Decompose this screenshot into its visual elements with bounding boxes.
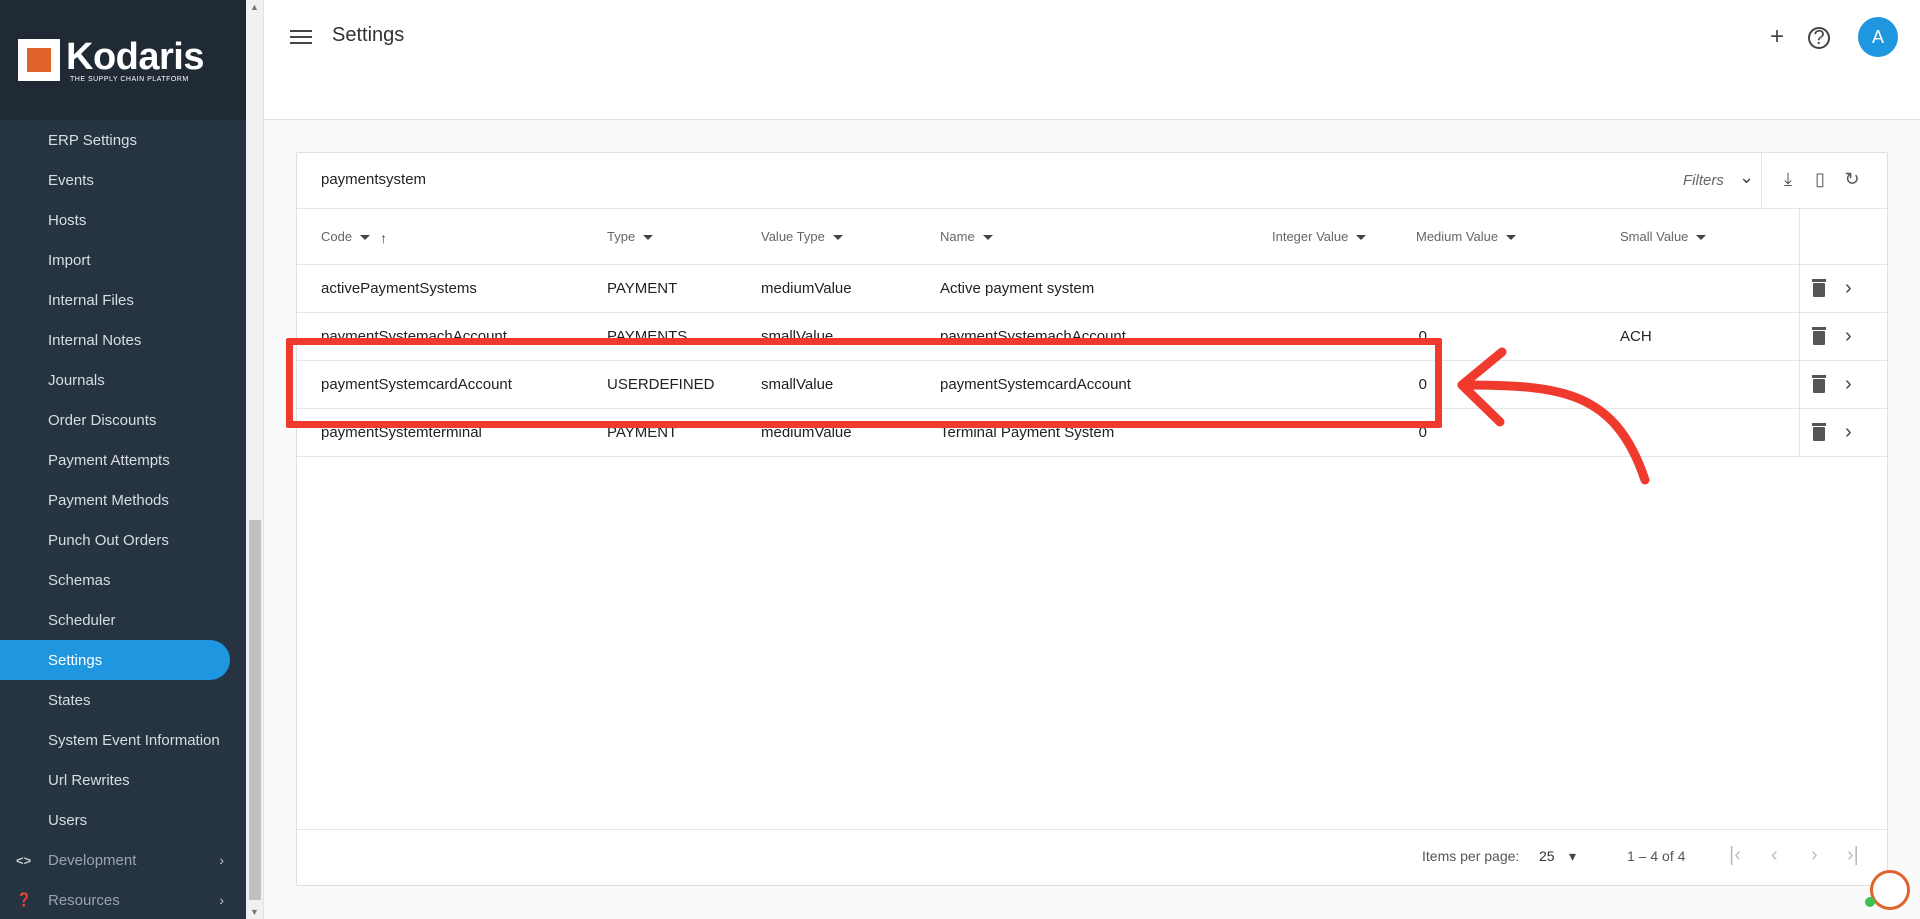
sidebar-group-resources[interactable]: ❓ Resources › bbox=[0, 880, 246, 919]
page-size-select[interactable]: 25 bbox=[1539, 848, 1555, 864]
refresh-icon[interactable]: ↻ bbox=[1841, 169, 1863, 191]
chevron-right-icon[interactable]: › bbox=[1845, 277, 1852, 300]
scrollbar-thumb[interactable] bbox=[249, 520, 261, 900]
sidebar-item-punch-out-orders[interactable]: Punch Out Orders bbox=[0, 520, 246, 560]
last-page-icon[interactable]: ›| bbox=[1847, 844, 1859, 867]
help-circle-icon: ❓ bbox=[16, 892, 33, 907]
cell-code: activePaymentSystems bbox=[321, 280, 477, 297]
help-icon[interactable]: ? bbox=[1808, 27, 1830, 49]
sidebar-item-payment-attempts[interactable]: Payment Attempts bbox=[0, 440, 246, 480]
column-header-code[interactable]: Code ↑ bbox=[321, 229, 387, 246]
sidebar-item-internal-files[interactable]: Internal Files bbox=[0, 280, 246, 320]
online-status-dot bbox=[1865, 897, 1875, 907]
brand-name: Kodaris bbox=[66, 35, 204, 78]
next-page-icon[interactable]: › bbox=[1811, 844, 1818, 867]
chevron-down-icon[interactable]: ▾ bbox=[1569, 848, 1576, 865]
sidebar-group-development[interactable]: <> Development › bbox=[0, 840, 246, 880]
first-page-icon[interactable]: |‹ bbox=[1729, 844, 1741, 867]
chevron-right-icon: › bbox=[219, 892, 224, 908]
sidebar-item-import[interactable]: Import bbox=[0, 240, 246, 280]
sidebar-item-erp-settings[interactable]: ERP Settings bbox=[0, 120, 246, 160]
search-toolbar: Filters ⌄ ⤓ ▯ ↻ bbox=[297, 153, 1887, 209]
column-header-value-type[interactable]: Value Type bbox=[761, 229, 843, 244]
annotation-arrow bbox=[1457, 347, 1650, 485]
sort-dropdown-icon bbox=[1506, 235, 1517, 241]
avatar[interactable]: A bbox=[1858, 17, 1898, 57]
previous-page-icon[interactable]: ‹ bbox=[1771, 844, 1778, 867]
sort-dropdown-icon bbox=[832, 235, 843, 241]
chevron-right-icon[interactable]: › bbox=[1845, 325, 1852, 348]
sidebar-item-scheduler[interactable]: Scheduler bbox=[0, 600, 246, 640]
chevron-right-icon: › bbox=[219, 852, 224, 868]
column-header-integer-value[interactable]: Integer Value bbox=[1272, 229, 1367, 244]
items-per-page-label: Items per page: bbox=[1422, 848, 1520, 864]
cell-value-type: mediumValue bbox=[761, 280, 852, 297]
sort-ascending-icon: ↑ bbox=[380, 229, 388, 246]
sidebar-item-system-event-information[interactable]: System Event Information bbox=[0, 720, 246, 760]
add-icon[interactable]: + bbox=[1764, 24, 1790, 50]
sidebar-item-order-discounts[interactable]: Order Discounts bbox=[0, 400, 246, 440]
table-row[interactable]: activePaymentSystems PAYMENT mediumValue… bbox=[297, 265, 1887, 313]
scroll-down-icon[interactable]: ▼ bbox=[250, 907, 259, 917]
delete-icon[interactable] bbox=[1811, 423, 1827, 441]
sidebar-group-label: Resources bbox=[48, 891, 120, 909]
delete-icon[interactable] bbox=[1811, 279, 1827, 297]
column-header-small-value[interactable]: Small Value bbox=[1620, 229, 1707, 244]
kodaris-logo-icon bbox=[18, 39, 60, 81]
highlight-box bbox=[286, 338, 1442, 428]
table-header: Code ↑ Type Value Type Name Integer Value… bbox=[297, 209, 1887, 265]
sort-dropdown-icon bbox=[360, 235, 371, 241]
paginator: Items per page: 25 ▾ 1 – 4 of 4 |‹ ‹ › ›… bbox=[297, 829, 1887, 885]
cell-type: PAYMENT bbox=[607, 280, 678, 297]
settings-table-card: Filters ⌄ ⤓ ▯ ↻ Code↑ Type Value Type Na… bbox=[296, 152, 1888, 886]
sidebar-item-states[interactable]: States bbox=[0, 680, 246, 720]
sort-dropdown-icon bbox=[982, 235, 993, 241]
column-header-name[interactable]: Name bbox=[940, 229, 993, 244]
sort-dropdown-icon bbox=[643, 235, 654, 241]
sort-dropdown-icon bbox=[1696, 235, 1707, 241]
sidebar-item-users[interactable]: Users bbox=[0, 800, 246, 840]
code-icon: <> bbox=[16, 852, 32, 868]
sidebar-item-settings[interactable]: Settings bbox=[0, 640, 230, 680]
sidebar-item-hosts[interactable]: Hosts bbox=[0, 200, 246, 240]
filters-button[interactable]: Filters bbox=[1683, 172, 1724, 189]
sidebar-scrollbar[interactable]: ▲ ▼ bbox=[246, 0, 264, 919]
sidebar: Kodaris THE SUPPLY CHAIN PLATFORM ERP Se… bbox=[0, 0, 246, 919]
brand-tagline: THE SUPPLY CHAIN PLATFORM bbox=[70, 75, 189, 83]
sidebar-item-events[interactable]: Events bbox=[0, 160, 246, 200]
sidebar-item-payment-methods[interactable]: Payment Methods bbox=[0, 480, 246, 520]
delete-icon[interactable] bbox=[1811, 327, 1827, 345]
app-header: Settings + ? A bbox=[264, 0, 1920, 120]
page-title: Settings bbox=[332, 24, 405, 46]
column-header-type[interactable]: Type bbox=[607, 229, 654, 244]
logo[interactable]: Kodaris THE SUPPLY CHAIN PLATFORM bbox=[0, 0, 246, 120]
sidebar-group-label: Development bbox=[48, 851, 137, 869]
sidebar-item-schemas[interactable]: Schemas bbox=[0, 560, 246, 600]
menu-icon[interactable] bbox=[290, 26, 312, 48]
sidebar-item-url-rewrites[interactable]: Url Rewrites bbox=[0, 760, 246, 800]
search-input[interactable] bbox=[321, 171, 921, 188]
chevron-right-icon[interactable]: › bbox=[1845, 373, 1852, 396]
sort-dropdown-icon bbox=[1356, 235, 1367, 241]
chat-support-icon[interactable] bbox=[1865, 870, 1910, 910]
sidebar-item-journals[interactable]: Journals bbox=[0, 360, 246, 400]
column-header-medium-value[interactable]: Medium Value bbox=[1416, 229, 1517, 244]
page-range: 1 – 4 of 4 bbox=[1627, 848, 1686, 864]
chevron-down-icon[interactable]: ⌄ bbox=[1739, 167, 1754, 188]
chevron-right-icon[interactable]: › bbox=[1845, 421, 1852, 444]
scroll-up-icon[interactable]: ▲ bbox=[250, 2, 259, 12]
delete-icon[interactable] bbox=[1811, 375, 1827, 393]
columns-icon[interactable]: ▯ bbox=[1809, 169, 1831, 191]
download-icon[interactable]: ⤓ bbox=[1777, 169, 1799, 191]
sidebar-item-internal-notes[interactable]: Internal Notes bbox=[0, 320, 246, 360]
sidebar-nav: ERP Settings Events Hosts Import Interna… bbox=[0, 120, 246, 919]
cell-name: Active payment system bbox=[940, 280, 1095, 297]
